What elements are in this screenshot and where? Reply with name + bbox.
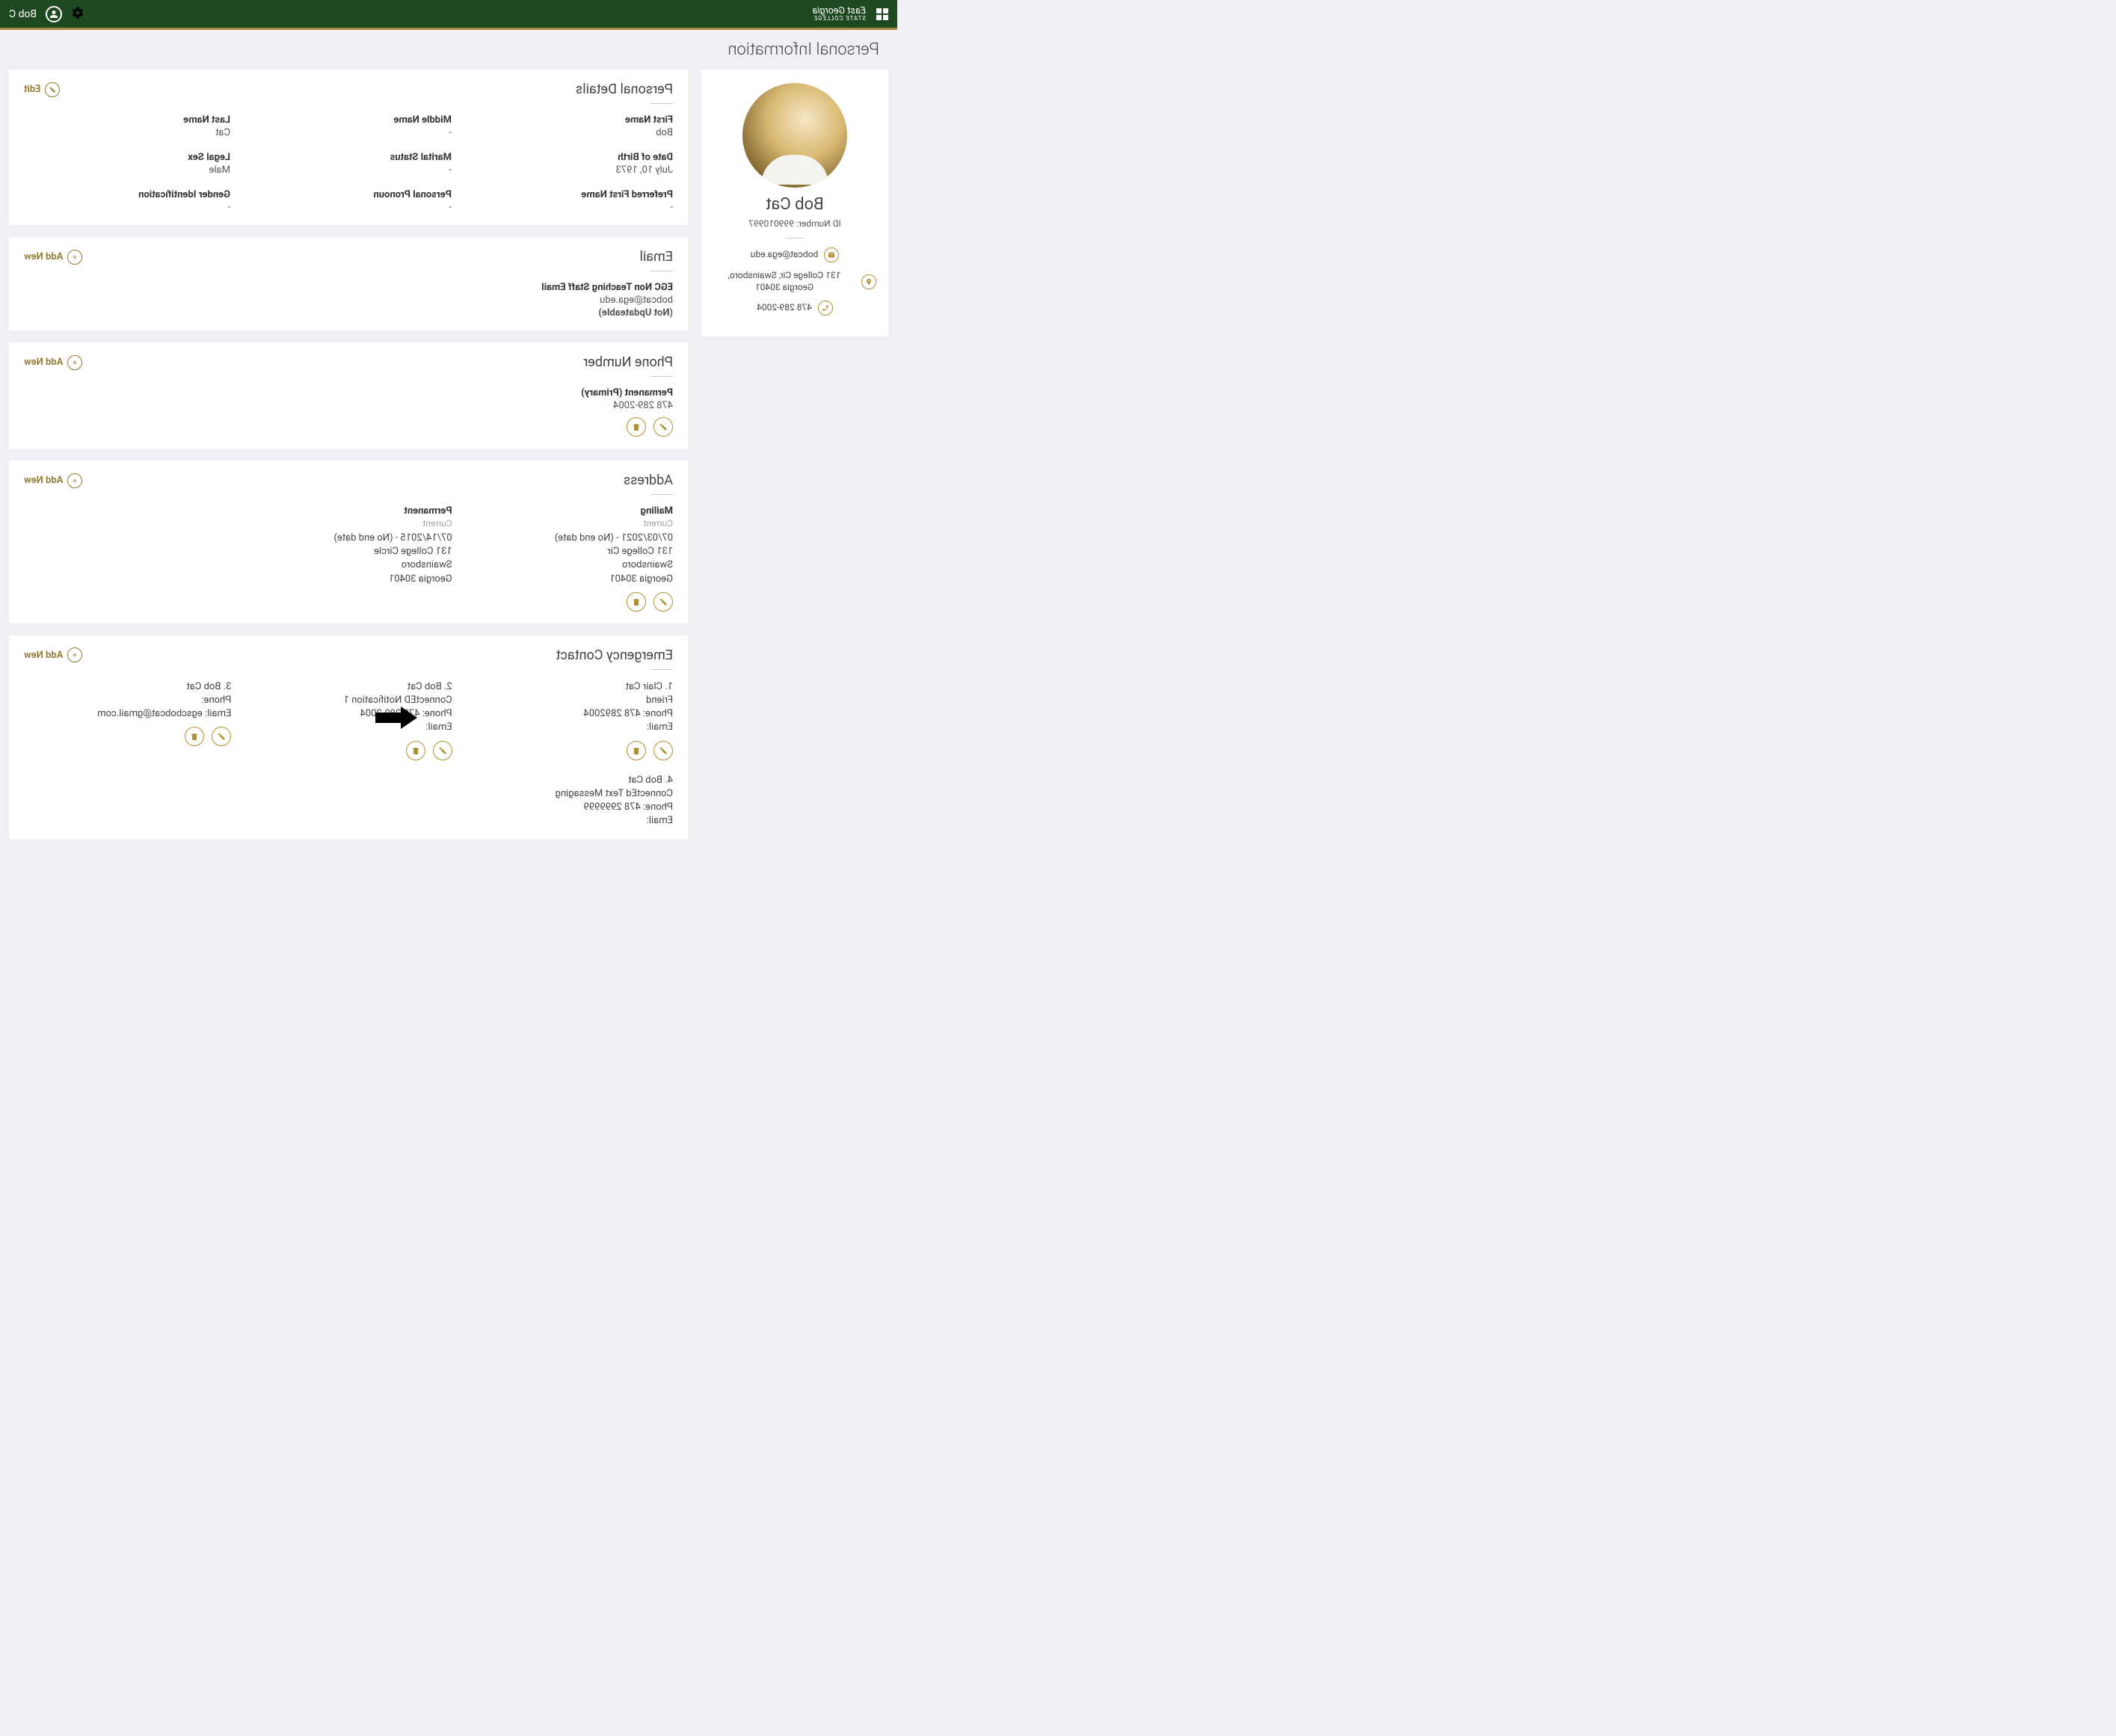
add-address-button[interactable]: Add New	[24, 473, 82, 488]
plus-icon	[67, 647, 82, 662]
pref-first-value: -	[467, 202, 673, 213]
pencil-icon	[45, 82, 60, 97]
profile-sidebar: Bob Cat ID Number: 999010997 bobcat@ega.…	[701, 70, 888, 336]
pronoun-label: Personal Pronoun	[245, 189, 452, 200]
phone-card: Phone Number Add New Permanent (Primary)…	[9, 342, 688, 449]
add-email-button[interactable]: Add New	[24, 250, 82, 265]
ec-phone-1: Phone: 478 289-2004	[244, 707, 452, 721]
add-phone-button[interactable]: Add New	[24, 355, 82, 370]
arrow-marker-icon	[375, 707, 417, 732]
edit-ec-1-button[interactable]	[433, 741, 452, 760]
delete-ec-1-button[interactable]	[406, 741, 425, 760]
address-l1-0: 131 College Cir	[466, 545, 673, 558]
dob-label: Date of Birth	[467, 152, 673, 163]
edit-address-0-button[interactable]	[653, 592, 673, 612]
personal-details-card: Personal Details Edit First NameBob Midd…	[9, 70, 688, 225]
sidebar-name: Bob Cat	[713, 195, 876, 214]
top-bar: East Georgia STATE COLLEGE Bob C	[0, 0, 897, 30]
ec-phone-2: Phone:	[24, 694, 231, 707]
phone-value: 478 289-2004	[24, 400, 673, 411]
college-logo: East Georgia STATE COLLEGE	[813, 6, 866, 22]
avatar	[742, 83, 847, 188]
address-l3-1: Georgia 30401	[244, 573, 452, 586]
address-title: Address	[624, 473, 673, 488]
phone-type-label: Permanent (Primary)	[24, 387, 673, 398]
emergency-card: Emergency Contact Add New 1. Clair Cat F…	[9, 635, 688, 840]
ec-name-1: 2. Bob Cat	[244, 680, 452, 694]
last-name-value: Cat	[24, 127, 230, 138]
address-l2-0: Swainsboro	[466, 558, 673, 572]
ec-rel-1: ConnectED Notification 1	[244, 694, 452, 707]
gender-id-label: Gender Identification	[24, 189, 230, 200]
address-status-1: Current	[244, 518, 452, 529]
address-l3-0: Georgia 30401	[466, 573, 673, 586]
edit-ec-0-button[interactable]	[653, 741, 673, 760]
edit-ec-2-button[interactable]	[212, 727, 231, 746]
legal-sex-label: Legal Sex	[24, 152, 230, 163]
sidebar-phone-row: 478 289-2004	[713, 301, 876, 316]
ec-phone-0: Phone: 478 2892004	[466, 707, 673, 721]
address-status-0: Current	[466, 518, 673, 529]
last-name-label: Last Name	[24, 114, 230, 126]
dob-value: July 10, 1973	[467, 164, 673, 176]
ec-rel-3: ConnectEd Text Messaging	[466, 787, 673, 801]
ec-phone-3: Phone: 478 2999999	[466, 801, 673, 814]
sidebar-email-row: bobcat@ega.edu	[713, 247, 876, 262]
delete-phone-button[interactable]	[627, 417, 646, 437]
address-card: Address Add New Mailing Current 07/03/20…	[9, 461, 688, 624]
ec-name-2: 3. Bob Cat	[24, 680, 231, 694]
phone-icon	[818, 301, 833, 316]
gear-icon[interactable]	[71, 6, 84, 22]
page-title: Personal Information	[0, 30, 897, 70]
sidebar-id-number: ID Number: 999010997	[713, 218, 876, 229]
address-type-0: Mailing	[466, 505, 673, 517]
location-icon	[861, 274, 876, 289]
add-emergency-button[interactable]: Add New	[24, 647, 82, 662]
gender-id-value: -	[24, 202, 230, 213]
email-note: (Not Updateable)	[24, 307, 673, 318]
pronoun-value: -	[245, 202, 452, 213]
first-name-label: First Name	[467, 114, 673, 126]
email-card: Email Add New EGC Non Teaching Staff Ema…	[9, 237, 688, 330]
mail-icon	[824, 247, 839, 262]
top-user-name: Bob C	[9, 8, 37, 20]
ec-email-3: Email:	[466, 814, 673, 828]
ec-rel-0: Friend	[466, 694, 673, 707]
email-type-label: EGC Non Teaching Staff Email	[24, 282, 673, 293]
first-name-value: Bob	[467, 127, 673, 138]
plus-icon	[67, 473, 82, 488]
delete-address-0-button[interactable]	[627, 592, 646, 612]
marital-value: -	[245, 164, 452, 176]
sidebar-address-row: 131 College Cir, Swainsboro, Georgia 304…	[713, 270, 876, 293]
address-type-1: Permanent	[244, 505, 452, 517]
phone-title: Phone Number	[583, 354, 673, 370]
emergency-title: Emergency Contact	[556, 647, 673, 663]
legal-sex-value: Male	[24, 164, 230, 176]
address-l2-1: Swainsboro	[244, 558, 452, 572]
personal-details-title: Personal Details	[576, 81, 673, 97]
ec-email-1: Email:	[244, 721, 452, 734]
ec-name-3: 4. Bob Cat	[466, 774, 673, 787]
apps-icon[interactable]	[876, 8, 888, 20]
plus-icon	[67, 355, 82, 370]
marital-label: Marital Status	[245, 152, 452, 163]
ec-email-2: Email: egscbobcat@gmail.com	[24, 707, 231, 721]
email-value: bobcat@ega.edu	[24, 295, 673, 306]
ec-email-0: Email:	[466, 721, 673, 734]
profile-icon[interactable]	[46, 6, 62, 22]
plus-icon	[67, 250, 82, 265]
pref-first-label: Preferred First Name	[467, 189, 673, 200]
middle-name-label: Middle Name	[245, 114, 452, 126]
delete-ec-2-button[interactable]	[185, 727, 204, 746]
ec-name-0: 1. Clair Cat	[466, 680, 673, 694]
edit-phone-button[interactable]	[653, 417, 673, 437]
email-title: Email	[639, 249, 673, 265]
address-range-1: 07/14/2015 - (No end date)	[244, 532, 452, 545]
middle-name-value: -	[245, 127, 452, 138]
address-range-0: 07/03/2021 - (No end date)	[466, 532, 673, 545]
edit-button[interactable]: Edit	[24, 82, 60, 97]
address-l1-1: 131 College Circle	[244, 545, 452, 558]
delete-ec-0-button[interactable]	[627, 741, 646, 760]
